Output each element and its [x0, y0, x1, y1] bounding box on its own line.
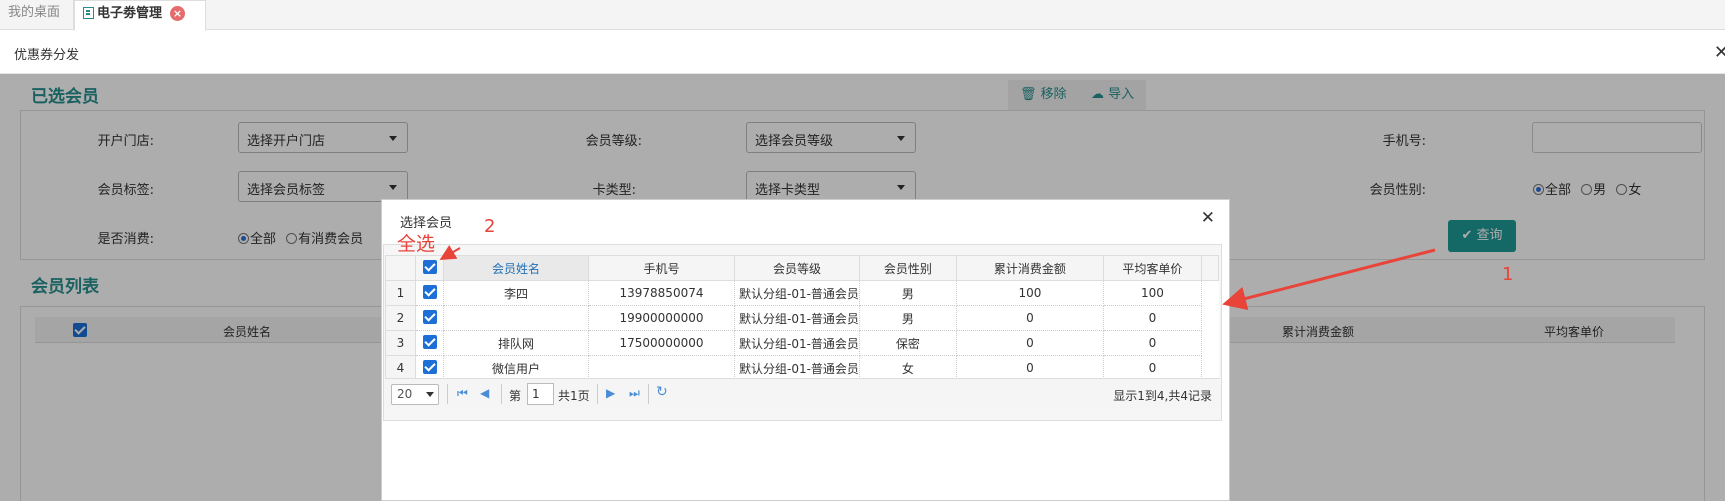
- annotation-arrows: [439, 245, 1436, 311]
- annotation-arrow-2: [439, 245, 461, 261]
- annotation-arrow-1: [1222, 248, 1436, 311]
